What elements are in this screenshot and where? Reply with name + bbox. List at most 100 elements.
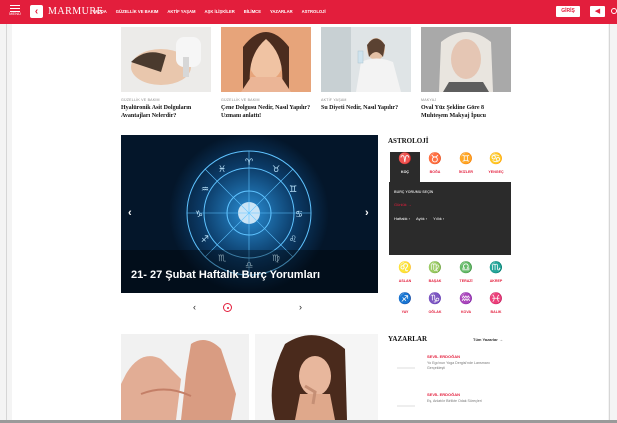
pagination-dot[interactable] (223, 303, 232, 312)
astrology-heading: ASTROLOJİ (388, 137, 429, 145)
nav-item-astroloji[interactable]: ASTROLOJİ (302, 8, 326, 16)
login-button[interactable]: GİRİŞ (556, 6, 580, 17)
top-navbar: MENÜ ‹ MARMURE MODA GÜZELLİK VE BAKIM AK… (0, 0, 617, 24)
nav-item-moda[interactable]: MODA (94, 8, 107, 16)
zodiac-sign-akrep[interactable]: ♏ AKREP (481, 261, 511, 291)
zodiac-sign-ikizler[interactable]: ♊ İKİZLER (451, 152, 481, 182)
article-image-woman[interactable] (255, 334, 378, 420)
search-icon[interactable] (611, 8, 617, 14)
all-writers-link[interactable]: Tüm Yazarlar → (473, 337, 503, 342)
writer-excerpt[interactable]: Eş, Anlatılır Birlikte Odak Süreçleri (427, 399, 507, 404)
sound-button[interactable]: ◀ (590, 6, 605, 17)
tab-aylik[interactable]: Aylık › (416, 216, 427, 221)
right-divider (609, 24, 610, 420)
nav-item-ask-iliskiler[interactable]: AŞK İLİŞKİLER (205, 8, 235, 16)
sagittarius-icon: ♐ (398, 293, 412, 305)
article-title[interactable]: Çene Dolgusu Nedir, Nasıl Yapılır? Uzman… (221, 104, 311, 120)
sign-name: YAY (401, 310, 409, 314)
taurus-icon: ♉ (428, 153, 442, 165)
writer-name: SEVİL ERDOĞAN (427, 354, 461, 359)
svg-text:♋: ♋ (295, 210, 303, 220)
article-category: GÜZELLİK VE BAKIM (121, 98, 160, 102)
speaker-icon: ◀ (594, 8, 601, 15)
slider-title[interactable]: 21- 27 Şubat Haftalık Burç Yorumları (131, 269, 320, 281)
article-category: GÜZELLİK VE BAKIM (221, 98, 260, 102)
sign-name: BALIK (490, 310, 502, 314)
sign-name: OĞLAK (428, 310, 442, 314)
scorpio-icon: ♏ (489, 262, 503, 274)
pagination-prev-icon[interactable]: ‹ (193, 302, 196, 312)
capricorn-icon: ♑ (428, 293, 442, 305)
zodiac-sign-basak[interactable]: ♍ BAŞAK (420, 261, 450, 291)
svg-text:♓: ♓ (218, 165, 226, 175)
writer-item[interactable]: SEVİL ERDOĞAN Eş, Anlatılır Birlikte Oda… (389, 388, 511, 422)
main-nav: MODA GÜZELLİK VE BAKIM AKTİF YAŞAM AŞK İ… (94, 8, 326, 16)
article-title[interactable]: Oval Yüz Şekline Göre 8 Muhteşem Makyaj … (421, 104, 511, 120)
zodiac-sign-terazi[interactable]: ♎ TERAZİ (451, 261, 481, 291)
article-image-hands[interactable] (121, 334, 249, 420)
zodiac-sign-kova[interactable]: ♒ KOVA (451, 292, 481, 322)
zodiac-sign-boga[interactable]: ♉ BOĞA (420, 152, 450, 182)
writer-item[interactable]: SEVİL ERDOĞAN Yo Ego'nun Yoga Dergisi'nd… (389, 350, 511, 384)
sign-name: KOVA (460, 310, 472, 314)
nav-item-guzellik[interactable]: GÜZELLİK VE BAKIM (116, 8, 159, 16)
sign-name: ASLAN (398, 279, 412, 283)
article-title[interactable]: Su Diyeti Nedir, Nasıl Yapılır? (321, 104, 411, 112)
pisces-icon: ♓ (489, 293, 503, 305)
hamburger-icon (10, 5, 20, 12)
slider-prev-arrow[interactable]: ‹ (128, 207, 132, 219)
zodiac-sign-yengec[interactable]: ♋ YENGEÇ (481, 152, 511, 182)
sign-name: KOÇ (401, 170, 409, 174)
article-card[interactable]: GÜZELLİK VE BAKIM Hyalüronik Asit Dolgul… (121, 27, 211, 120)
menu-button[interactable]: MENÜ (8, 4, 22, 20)
zodiac-sign-aslan[interactable]: ♌ ASLAN (390, 261, 420, 291)
sign-name: İKİZLER (459, 170, 473, 174)
leo-icon: ♌ (398, 262, 412, 274)
article-card[interactable]: MAKYAJ Oval Yüz Şekline Göre 8 Muhteşem … (421, 27, 511, 120)
article-card[interactable]: GÜZELLİK VE BAKIM Çene Dolgusu Nedir, Na… (221, 27, 311, 120)
writer-excerpt[interactable]: Yo Ego'nun Yoga Dergisi'nde Lansmanı Ger… (427, 361, 507, 371)
article-title[interactable]: Hyalüronik Asit Dolguların Avantajları N… (121, 104, 211, 120)
nav-item-aktif-yasam[interactable]: AKTİF YAŞAM (167, 8, 195, 16)
horoscope-period-tabs: Haftalık › Aylık › Yıllık › (394, 216, 444, 221)
svg-text:♑: ♑ (195, 210, 203, 220)
svg-text:♊: ♊ (289, 185, 297, 195)
horoscope-panel: BURÇ YORUMU SEÇİN Günlük → Haftalık › Ay… (389, 182, 511, 255)
gemini-icon: ♊ (459, 153, 473, 165)
nav-item-yazarlar[interactable]: YAZARLAR (270, 8, 293, 16)
svg-text:♈: ♈ (245, 158, 254, 168)
writer-name: SEVİL ERDOĞAN (427, 392, 461, 397)
svg-text:♒: ♒ (201, 185, 209, 195)
pagination-next-icon[interactable]: › (299, 302, 302, 312)
left-divider (6, 24, 7, 420)
libra-icon: ♎ (459, 262, 473, 274)
slider-pagination: ‹ › (121, 299, 378, 319)
aries-icon: ♈ (398, 153, 412, 165)
writers-heading: YAZARLAR (388, 335, 428, 343)
tab-haftalik[interactable]: Haftalık › (394, 216, 410, 221)
aquarius-icon: ♒ (459, 293, 473, 305)
zodiac-sign-balik[interactable]: ♓ BALIK (481, 292, 511, 322)
nav-item-bilimce[interactable]: BİLİMCE (244, 8, 261, 16)
zodiac-sign-yay[interactable]: ♐ YAY (390, 292, 420, 322)
sign-name: YENGEÇ (488, 170, 504, 174)
article-card[interactable]: AKTİF YAŞAM Su Diyeti Nedir, Nasıl Yapıl… (321, 27, 411, 112)
back-button[interactable]: ‹ (30, 5, 43, 18)
sign-name: TERAZİ (459, 279, 473, 283)
article-image-chin[interactable] (221, 27, 311, 92)
featured-slider[interactable]: ♈ ♉ ♊ ♋ ♌ ♍ ♎ ♏ ♐ ♑ ♒ ♓ ‹ › 21- 27 Şubat Haftalı… (121, 135, 378, 293)
article-image-water[interactable] (321, 27, 411, 92)
zodiac-sign-oglak[interactable]: ♑ OĞLAK (420, 292, 450, 322)
sign-name: AKREP (489, 279, 503, 283)
svg-text:♐: ♐ (201, 235, 209, 245)
article-category: MAKYAJ (421, 98, 437, 102)
chevron-left-icon: ‹ (34, 6, 39, 17)
tab-yillik[interactable]: Yıllık › (433, 216, 444, 221)
article-image-makeup[interactable] (421, 27, 511, 92)
writer-avatar (397, 367, 415, 369)
horoscope-daily-link[interactable]: Günlük → (394, 202, 412, 207)
article-image-facial[interactable] (121, 27, 211, 92)
svg-text:♌: ♌ (289, 235, 297, 245)
zodiac-sign-koc[interactable]: ♈ KOÇ (390, 152, 420, 182)
slider-next-arrow[interactable]: › (365, 207, 369, 219)
